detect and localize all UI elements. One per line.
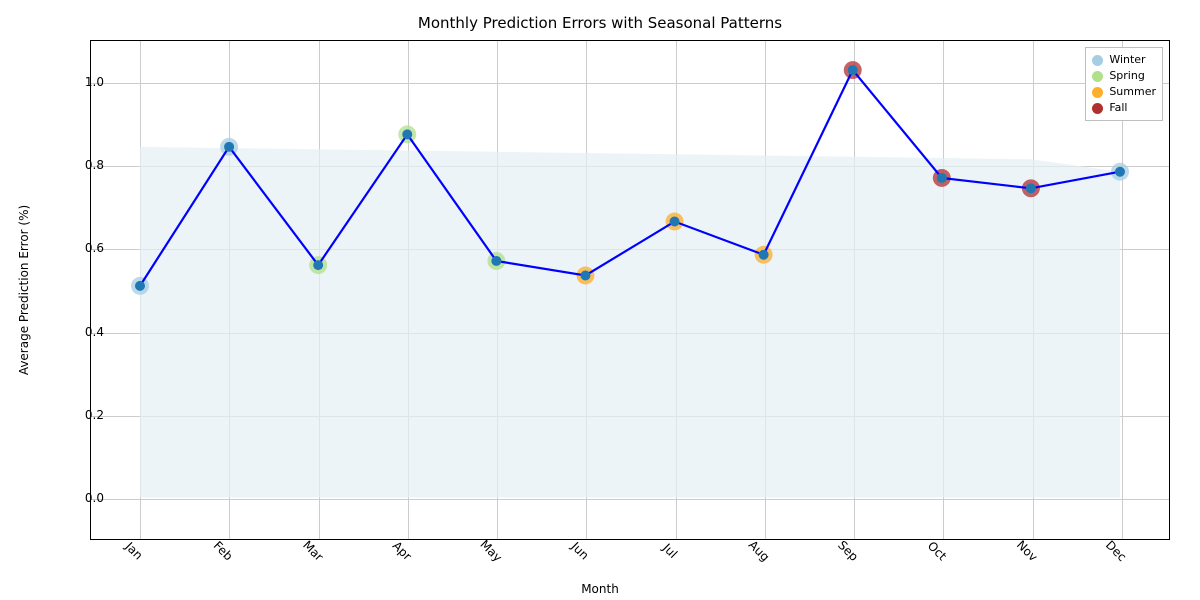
fill-band	[140, 147, 1120, 498]
plot-svg	[91, 41, 1169, 539]
y-tick-label: 0.4	[44, 325, 104, 339]
x-tick-label: Jul	[660, 541, 680, 561]
x-tick-label: Feb	[211, 538, 236, 563]
x-tick-label: Aug	[746, 538, 772, 564]
x-tick-label: Mar	[300, 538, 326, 564]
legend-label: Spring	[1109, 68, 1145, 84]
data-marker	[848, 65, 858, 75]
x-tick-label: Jan	[123, 539, 146, 562]
legend-label: Fall	[1109, 100, 1127, 116]
legend-row: Summer	[1092, 84, 1156, 100]
x-tick-label: Sep	[835, 538, 861, 564]
x-tick-label: May	[477, 537, 504, 564]
x-axis-label: Month	[0, 582, 1200, 596]
chart-container: Monthly Prediction Errors with Seasonal …	[0, 0, 1200, 600]
legend-row: Fall	[1092, 100, 1156, 116]
data-marker	[135, 281, 145, 291]
x-tick-label: Nov	[1013, 538, 1039, 564]
legend-swatch	[1092, 87, 1103, 98]
legend: WinterSpringSummerFall	[1085, 47, 1163, 121]
data-marker	[1115, 167, 1125, 177]
data-marker	[224, 142, 234, 152]
data-marker	[670, 217, 680, 227]
data-marker	[759, 250, 769, 260]
data-marker	[1026, 183, 1036, 193]
x-tick-label: Dec	[1103, 538, 1129, 564]
y-tick-label: 0.0	[44, 491, 104, 505]
data-marker	[402, 129, 412, 139]
y-tick-label: 0.6	[44, 241, 104, 255]
x-tick-label: Oct	[925, 539, 950, 564]
data-marker	[313, 260, 323, 270]
chart-title: Monthly Prediction Errors with Seasonal …	[0, 14, 1200, 32]
legend-row: Winter	[1092, 52, 1156, 68]
legend-row: Spring	[1092, 68, 1156, 84]
y-tick-label: 0.8	[44, 158, 104, 172]
data-marker	[580, 270, 590, 280]
plot-area: WinterSpringSummerFall	[90, 40, 1170, 540]
y-tick-label: 1.0	[44, 75, 104, 89]
legend-swatch	[1092, 71, 1103, 82]
y-axis-label: Average Prediction Error (%)	[17, 205, 31, 375]
legend-label: Summer	[1109, 84, 1156, 100]
data-marker	[937, 173, 947, 183]
legend-swatch	[1092, 103, 1103, 114]
x-tick-label: Apr	[390, 539, 415, 564]
legend-label: Winter	[1109, 52, 1145, 68]
legend-swatch	[1092, 55, 1103, 66]
data-marker	[491, 256, 501, 266]
y-tick-label: 0.2	[44, 408, 104, 422]
x-tick-label: Jun	[569, 539, 592, 562]
